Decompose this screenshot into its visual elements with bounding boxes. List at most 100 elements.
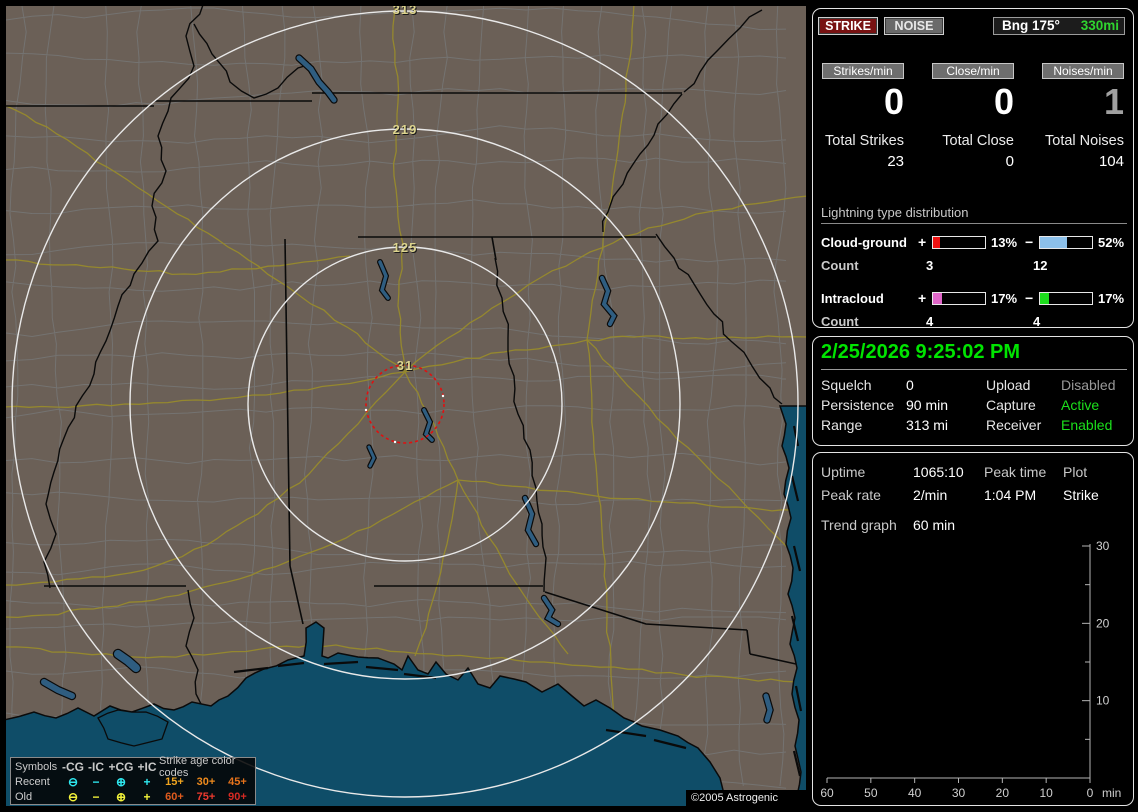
close-per-min-value: 0 — [993, 81, 1014, 122]
neg-ic-recent-icon: − — [92, 774, 100, 789]
range-ring-label-125: 125 — [392, 240, 418, 255]
receiver-state: Enabled — [1061, 417, 1113, 433]
plus-sign: + — [918, 290, 927, 306]
total-strikes-label: Total Strikes — [825, 133, 904, 149]
svg-text:10: 10 — [1096, 694, 1110, 708]
runtime-row: Peak rate 2/min 1:04 PM Strike — [813, 487, 1135, 507]
ic-positive-bar — [932, 292, 986, 305]
svg-text:20: 20 — [996, 786, 1010, 800]
svg-text:60: 60 — [820, 786, 834, 800]
pos-cg-old-icon: ⊕ — [115, 789, 127, 804]
neg-cg-recent-icon: ⊖ — [67, 774, 79, 789]
svg-text:40: 40 — [908, 786, 922, 800]
intracloud-label: Intracloud — [821, 291, 884, 306]
system-datetime: 2/25/2026 9:25:02 PM — [821, 341, 1127, 370]
squelch-value: 0 — [906, 377, 914, 393]
count-label: Count — [821, 258, 859, 273]
pos-ic-recent-icon: + — [143, 774, 151, 789]
cg-positive-pct: 13% — [991, 235, 1018, 250]
panel-strike-counters: STRIKE NOISE Bng 175° 330mi Strikes/min … — [812, 8, 1134, 329]
noises-per-min-value: 1 — [1103, 81, 1124, 122]
cg-negative-bar — [1039, 236, 1093, 249]
plus-sign: + — [918, 234, 927, 250]
total-noises-label: Total Noises — [1045, 133, 1124, 149]
cloud-ground-row: Cloud-ground + 13% − 52% — [821, 232, 1127, 256]
svg-text:0: 0 — [1087, 786, 1094, 800]
panel-runtime-trend: Uptime 1065:10 Peak time Plot Peak rate … — [812, 452, 1134, 806]
age-code-45: 45+ — [228, 775, 247, 788]
total-close-label: Total Close — [942, 133, 1014, 149]
legend-col-neg-cg: -CG — [62, 760, 84, 774]
ic-negative-count: 4 — [1033, 314, 1041, 329]
cloud-ground-count-row: Count 3 12 — [821, 258, 1127, 280]
neg-cg-old-icon: ⊖ — [67, 789, 79, 804]
count-label: Count — [821, 314, 859, 329]
plot-label: Plot — [1063, 464, 1088, 480]
total-close-value: 0 — [1005, 153, 1014, 170]
range-ring-label-313: 313 — [392, 6, 418, 17]
intracloud-row: Intracloud + 17% − 17% — [821, 288, 1127, 312]
persistence-label: Persistence — [821, 397, 895, 413]
total-strikes-value: 23 — [887, 153, 904, 170]
uptime-value: 1065:10 — [913, 464, 964, 480]
squelch-label: Squelch — [821, 377, 872, 393]
minus-sign: − — [1025, 234, 1034, 250]
svg-text:min: min — [1102, 786, 1121, 800]
close-per-min-chip: Close/min — [932, 63, 1014, 79]
noises-column: Noises/min 1 Total Noises 104 — [1042, 63, 1124, 170]
age-code-60: 60+ — [165, 790, 184, 803]
rate-columns: Strikes/min 0 Total Strikes 23 Close/min… — [822, 63, 1126, 170]
capture-label: Capture — [986, 397, 1036, 413]
lightning-type-distribution: Lightning type distribution Cloud-ground… — [821, 205, 1127, 336]
svg-text:50: 50 — [864, 786, 878, 800]
receiver-label: Receiver — [986, 417, 1042, 433]
panel-system-status: 2/25/2026 9:25:02 PM Squelch 0 Upload Di… — [812, 336, 1134, 446]
range-label: Range — [821, 417, 863, 433]
range-value: 313 mi — [906, 417, 949, 433]
age-code-75: 75+ — [196, 790, 216, 803]
peak-rate-value: 2/min — [913, 487, 948, 503]
legend-symbols-header: Symbols — [15, 761, 58, 773]
upload-state: Disabled — [1061, 377, 1116, 393]
status-row: Range 313 mi Receiver Enabled — [813, 417, 1135, 437]
trend-graph: 10 20 30 60 50 40 30 20 10 0 min — [820, 539, 1121, 800]
noise-mode-button[interactable]: NOISE — [884, 17, 944, 35]
peak-time-label: Peak time — [984, 464, 1047, 480]
age-code-90: 90+ — [228, 790, 247, 803]
legend-col-neg-ic: -IC — [88, 760, 104, 774]
capture-state: Active — [1061, 397, 1100, 413]
neg-ic-old-icon: − — [92, 789, 100, 804]
intracloud-count-row: Count 4 4 — [821, 314, 1127, 336]
lightning-tracker-window: 313 219 125 31 Symbols -CG -IC +CG +IC S… — [0, 0, 1138, 812]
bearing-range-value: 330mi — [1080, 18, 1119, 33]
svg-text:10: 10 — [1039, 786, 1053, 800]
strikes-column: Strikes/min 0 Total Strikes 23 — [822, 63, 904, 170]
uptime-label: Uptime — [821, 464, 866, 480]
upload-label: Upload — [986, 377, 1031, 393]
status-row: Persistence 90 min Capture Active — [813, 397, 1135, 417]
map-view[interactable]: 313 219 125 31 Symbols -CG -IC +CG +IC S… — [6, 6, 806, 806]
minus-sign: − — [1025, 290, 1034, 306]
copyright-notice: ©2005 Astrogenic Systems — [686, 790, 806, 806]
symbol-legend: Symbols -CG -IC +CG +IC Strike age color… — [10, 755, 256, 805]
total-noises-value: 104 — [1098, 153, 1124, 170]
strikes-per-min-value: 0 — [883, 81, 904, 122]
legend-col-pos-cg: +CG — [108, 760, 134, 774]
cg-positive-count: 3 — [926, 258, 934, 273]
ic-positive-count: 4 — [926, 314, 934, 329]
strikes-per-min-chip: Strikes/min — [822, 63, 904, 79]
range-ring-label-219: 219 — [392, 122, 418, 137]
ic-positive-pct: 17% — [991, 291, 1018, 306]
sidebar: STRIKE NOISE Bng 175° 330mi Strikes/min … — [812, 0, 1138, 812]
svg-text:30: 30 — [952, 786, 966, 800]
pos-ic-old-icon: + — [143, 789, 151, 804]
persistence-value: 90 min — [906, 397, 949, 413]
bearing-readout: Bng 175° 330mi — [993, 17, 1125, 35]
cg-positive-bar — [932, 236, 986, 249]
runtime-row: Uptime 1065:10 Peak time Plot — [813, 464, 1135, 484]
peak-time-value: 1:04 PM — [984, 487, 1037, 503]
peak-rate-label: Peak rate — [821, 487, 881, 503]
ic-negative-bar — [1039, 292, 1093, 305]
strike-mode-button[interactable]: STRIKE — [818, 17, 878, 35]
svg-text:20: 20 — [1096, 616, 1110, 630]
